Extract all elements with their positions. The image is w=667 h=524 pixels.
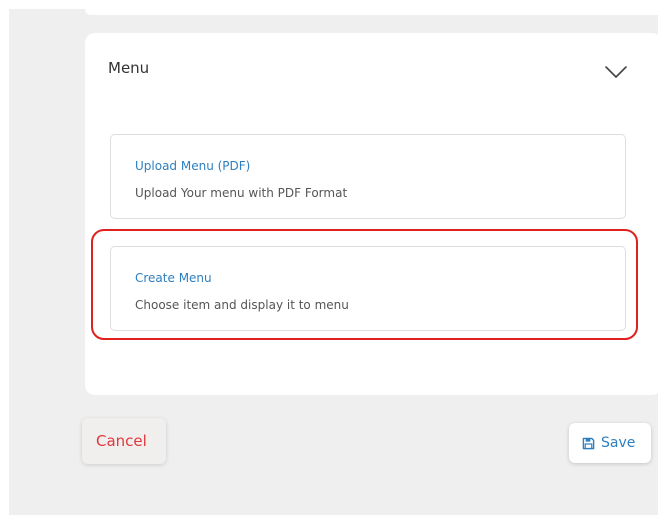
option-description: Choose item and display it to menu bbox=[135, 298, 349, 312]
save-button[interactable]: Save bbox=[569, 423, 651, 463]
floppy-disk-icon bbox=[582, 437, 595, 449]
option-title: Upload Menu (PDF) bbox=[135, 159, 251, 173]
save-button-label: Save bbox=[601, 435, 636, 451]
option-title: Create Menu bbox=[135, 271, 212, 285]
cancel-button[interactable]: Cancel bbox=[82, 418, 166, 464]
previous-panel-edge bbox=[85, 9, 662, 15]
chevron-down-icon[interactable] bbox=[604, 65, 628, 79]
menu-panel: Menu Upload Menu (PDF) Upload Your menu … bbox=[85, 33, 662, 395]
create-menu-option[interactable]: Create Menu Choose item and display it t… bbox=[110, 246, 626, 331]
panel-title: Menu bbox=[108, 59, 150, 77]
cancel-button-label: Cancel bbox=[96, 432, 147, 450]
option-description: Upload Your menu with PDF Format bbox=[135, 186, 348, 200]
upload-menu-option[interactable]: Upload Menu (PDF) Upload Your menu with … bbox=[110, 134, 626, 219]
